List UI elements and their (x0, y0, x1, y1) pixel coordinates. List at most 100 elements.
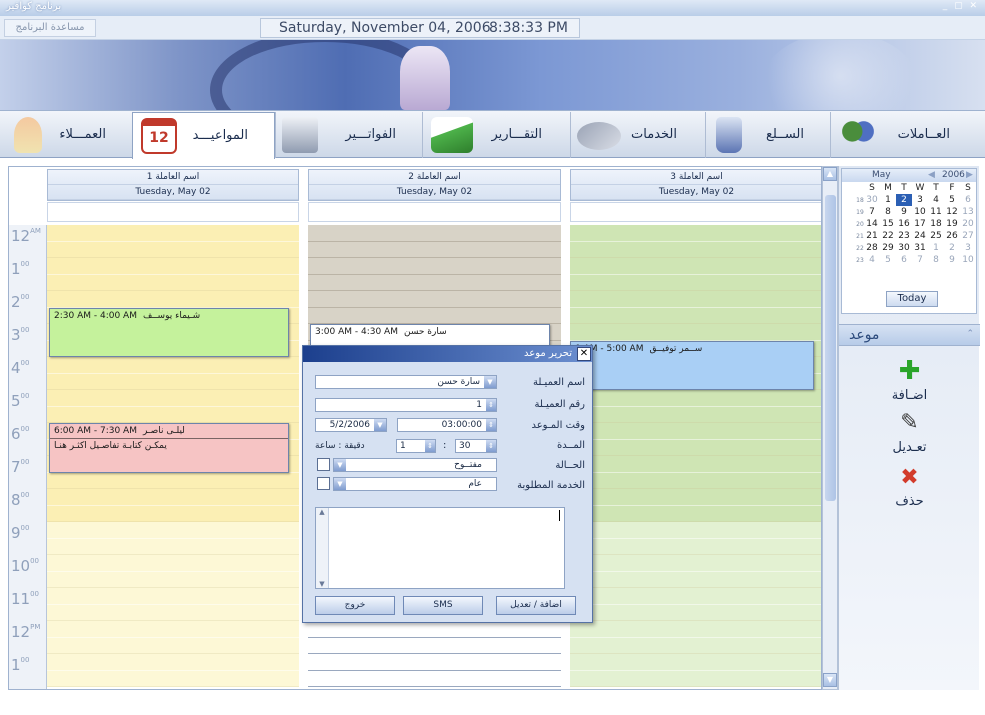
time-slot[interactable] (47, 241, 299, 258)
time-slot[interactable] (47, 357, 299, 374)
mini-calendar-month[interactable]: May (872, 170, 891, 180)
customer-number-stepper[interactable]: 1 ⇕ (315, 398, 497, 412)
time-slot[interactable] (308, 241, 561, 258)
spinner-icon[interactable]: ⇕ (486, 440, 496, 452)
calendar-day[interactable]: 10 (960, 254, 976, 266)
calendar-day[interactable]: 9 (896, 206, 912, 218)
time-slot[interactable] (570, 489, 821, 506)
service-select[interactable]: عام ▼ (333, 477, 497, 491)
service-checkbox[interactable] (317, 477, 330, 490)
calendar-day[interactable]: 4 (864, 254, 880, 266)
sms-button[interactable]: SMS (403, 596, 483, 615)
tab-services[interactable]: الخدمات (570, 112, 705, 158)
calendar-day[interactable]: 16 (896, 218, 912, 230)
prev-month-icon[interactable]: ◀ (928, 170, 935, 180)
calendar-day[interactable]: 4 (928, 194, 944, 206)
calendar-day[interactable]: 9 (944, 254, 960, 266)
calendar-day[interactable]: 10 (912, 206, 928, 218)
time-slot[interactable] (570, 406, 821, 423)
notes-scrollbar[interactable]: ▲ ▼ (316, 508, 329, 588)
appointment-block[interactable]: 6:00 AM - 7:30 AM ليلـى ناصـر يمكـن كتابـة… (49, 423, 289, 473)
calendar-day[interactable]: 29 (880, 242, 896, 254)
calendar-day[interactable]: 31 (912, 242, 928, 254)
scroll-thumb[interactable] (825, 195, 836, 501)
tab-workers[interactable]: العــاملات (830, 112, 980, 158)
time-slot[interactable] (47, 670, 299, 687)
day-column-worker-1[interactable]: 2:30 AM - 4:00 AM شـيماء يوســف 6:00 AM - … (47, 225, 299, 689)
calendar-day[interactable]: 30 (864, 194, 880, 206)
time-slot[interactable] (570, 654, 821, 671)
appointment-block[interactable]: 0 AM - 5:00 AM ســمر توفيــق (570, 340, 814, 390)
time-slot[interactable] (570, 324, 821, 341)
calendar-day[interactable]: 7 (912, 254, 928, 266)
appointment-time-stepper[interactable]: 03:00:00 ⇕ (397, 418, 497, 432)
time-slot[interactable] (47, 654, 299, 671)
time-slot[interactable] (47, 258, 299, 275)
calendar-day[interactable]: 1 (880, 194, 896, 206)
time-slot[interactable] (570, 571, 821, 588)
column-header-worker-2[interactable]: اسم العاملة 2 Tuesday, May 02 (308, 169, 561, 201)
close-icon[interactable]: ✕ (577, 347, 591, 361)
calendar-day[interactable]: 28 (864, 242, 880, 254)
time-slot[interactable] (570, 241, 821, 258)
calendar-day[interactable]: 26 (944, 230, 960, 242)
time-slot[interactable] (47, 406, 299, 423)
time-slot[interactable] (308, 291, 561, 308)
time-slot[interactable] (308, 621, 561, 638)
time-slot[interactable] (570, 390, 821, 407)
calendar-day[interactable]: 3 (960, 242, 976, 254)
mini-calendar-year[interactable]: 2006 (942, 170, 965, 180)
save-button[interactable]: اضافة / تعديل (496, 596, 576, 615)
spinner-icon[interactable]: ⇕ (425, 440, 435, 452)
customer-name-select[interactable]: سارة حسن ▼ (315, 375, 497, 389)
calendar-day[interactable]: 6 (960, 194, 976, 206)
time-slot[interactable] (570, 505, 821, 522)
calendar-day[interactable]: 1 (928, 242, 944, 254)
calendar-day[interactable]: 23 (896, 230, 912, 242)
exit-button[interactable]: خروج (315, 596, 395, 615)
time-slot[interactable] (570, 522, 821, 539)
next-year-icon[interactable]: ▶ (966, 170, 973, 180)
status-select[interactable]: مفتــوح ▼ (333, 458, 497, 472)
time-slot[interactable] (47, 588, 299, 605)
status-checkbox[interactable] (317, 458, 330, 471)
all-day-row[interactable] (570, 202, 821, 222)
calendar-day[interactable]: 21 (864, 230, 880, 242)
calendar-day[interactable]: 8 (880, 206, 896, 218)
add-appointment-button[interactable]: ✚ اضـافة (839, 358, 980, 403)
time-slot[interactable] (570, 423, 821, 440)
time-slot[interactable] (570, 456, 821, 473)
chevron-down-icon[interactable]: ▼ (374, 419, 386, 431)
scroll-up-icon[interactable]: ▲ (823, 167, 837, 181)
duration-minutes-stepper[interactable]: 30 ⇕ (455, 439, 497, 453)
time-slot[interactable] (308, 654, 561, 671)
time-slot[interactable] (47, 621, 299, 638)
all-day-row[interactable] (308, 202, 561, 222)
time-slot[interactable] (47, 489, 299, 506)
time-slot[interactable] (308, 637, 561, 654)
calendar-day[interactable]: 15 (880, 218, 896, 230)
time-slot[interactable] (308, 670, 561, 687)
time-slot[interactable] (570, 258, 821, 275)
calendar-day[interactable]: 2 (896, 194, 912, 206)
time-slot[interactable] (47, 555, 299, 572)
time-slot[interactable] (570, 291, 821, 308)
time-slot[interactable] (570, 604, 821, 621)
calendar-day[interactable]: 3 (912, 194, 928, 206)
time-slot[interactable] (47, 604, 299, 621)
time-slot[interactable] (308, 274, 561, 291)
day-column-worker-3[interactable]: 0 AM - 5:00 AM ســمر توفيــق (570, 225, 821, 689)
calendar-day[interactable]: 13 (960, 206, 976, 218)
time-slot[interactable] (570, 621, 821, 638)
calendar-day[interactable]: 27 (960, 230, 976, 242)
calendar-day[interactable]: 5 (944, 194, 960, 206)
time-slot[interactable] (47, 274, 299, 291)
calendar-day[interactable]: 12 (944, 206, 960, 218)
calendar-day[interactable]: 11 (928, 206, 944, 218)
calendar-day[interactable]: 2 (944, 242, 960, 254)
spinner-icon[interactable]: ⇕ (486, 419, 496, 431)
time-slot[interactable] (570, 472, 821, 489)
time-slot[interactable] (570, 670, 821, 687)
time-slot[interactable] (570, 538, 821, 555)
calendar-day[interactable]: 25 (928, 230, 944, 242)
